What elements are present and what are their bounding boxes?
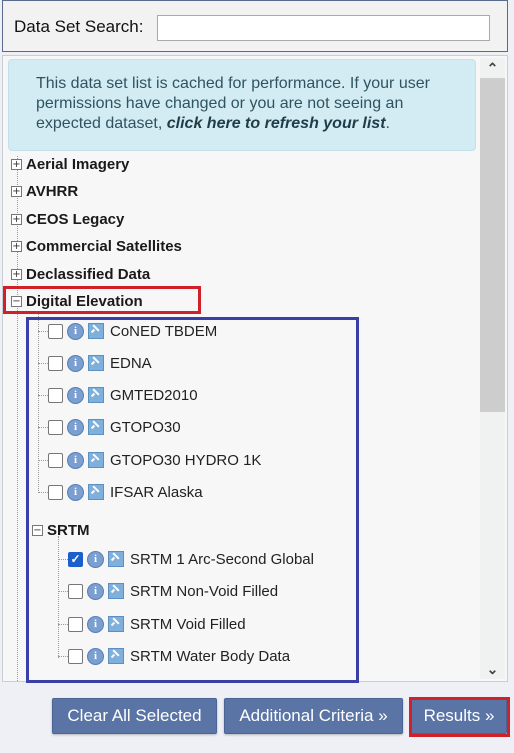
scroll-up-icon[interactable]: ⌃ xyxy=(480,58,505,78)
category-label: CEOS Legacy xyxy=(26,210,125,228)
expand-icon[interactable]: + xyxy=(11,185,22,197)
scroll-thumb[interactable] xyxy=(480,78,505,412)
category-avhrr[interactable]: + AVHRR xyxy=(11,181,78,201)
expand-icon[interactable]: + xyxy=(11,158,22,170)
dataset-search-panel: Data Set Search: xyxy=(2,0,508,52)
clear-all-selected-button[interactable]: Clear All Selected xyxy=(52,698,217,734)
expand-icon[interactable]: + xyxy=(11,240,22,252)
tree-root-line xyxy=(17,156,18,681)
list-scrollbar[interactable]: ⌃ ⌄ xyxy=(480,58,505,679)
category-declassified-data[interactable]: + Declassified Data xyxy=(11,264,150,284)
category-label: AVHRR xyxy=(26,182,79,200)
notice-suffix: . xyxy=(385,115,390,132)
expand-icon[interactable]: + xyxy=(11,213,22,225)
additional-criteria-button[interactable]: Additional Criteria » xyxy=(224,698,403,734)
category-commercial-satellites[interactable]: + Commercial Satellites xyxy=(11,236,182,256)
highlight-results-button xyxy=(409,697,510,737)
highlight-digital-elevation xyxy=(3,286,201,314)
highlight-dataset-selection xyxy=(26,317,359,683)
cache-notice: This data set list is cached for perform… xyxy=(8,59,476,151)
dataset-search-input[interactable] xyxy=(157,15,490,41)
expand-icon[interactable]: + xyxy=(11,268,22,280)
category-aerial-imagery[interactable]: + Aerial Imagery xyxy=(11,154,129,174)
category-label: Aerial Imagery xyxy=(26,155,130,173)
scroll-down-icon[interactable]: ⌄ xyxy=(480,659,505,679)
category-label: Commercial Satellites xyxy=(26,237,182,255)
refresh-list-link[interactable]: click here to refresh your list xyxy=(167,115,386,132)
category-ceos-legacy[interactable]: + CEOS Legacy xyxy=(11,209,124,229)
category-label: Declassified Data xyxy=(26,265,151,283)
search-label: Data Set Search: xyxy=(14,17,144,36)
